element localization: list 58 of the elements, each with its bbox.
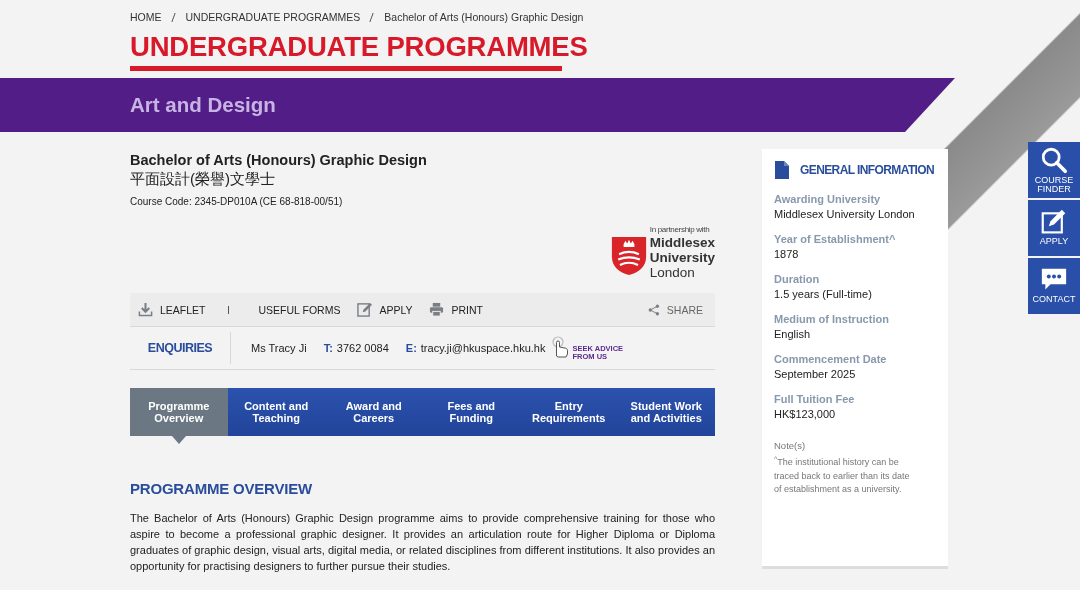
email-link[interactable]: tracy.ji@hkuspace.hku.hk	[420, 342, 546, 354]
partner-name: University	[649, 249, 715, 265]
category-title: Art and Design	[130, 93, 276, 117]
note-text: $^{^}$The institutional history can be traced back to earlier than its date of establishment as a university.	[774, 454, 911, 496]
breadcrumb-link[interactable]: Bachelor of Arts (Honours) Graphic Design	[384, 11, 584, 23]
course-code: Course Code: 2345-DP010A (CE 68-818-00/51)	[130, 196, 344, 207]
partner-tagline: In partnership with	[649, 224, 711, 234]
info-value: Middlesex University London	[774, 207, 916, 222]
overview-paragraph: The Bachelor of Arts (Honours) Graphic Design programme aims to provide comprehensive training for those who aspire to become a professional graphic designer. It provides an articulation route for Higher Diploma or Diploma graduates of graphic design, visual arts, digital media, or related disciplines from different institutions. It also provides an opportunity for practising designers to further pursue their studies.	[130, 511, 715, 574]
breadcrumb-link[interactable]: UNDERGRADUATE PROGRAMMES	[185, 11, 361, 23]
edit-icon	[1041, 209, 1067, 236]
side-button[interactable]: APPLY	[1028, 200, 1080, 256]
enquiries-label: ENQUIRIES	[130, 332, 231, 364]
info-label: Year of Establishment^	[774, 232, 897, 246]
document-icon	[774, 160, 790, 180]
info-label: Medium of Instruction	[774, 312, 890, 326]
share-icon	[647, 303, 660, 316]
tab[interactable]: Award and Careers	[325, 388, 423, 436]
email-label: E:	[405, 342, 417, 354]
side-button[interactable]: COURSE FINDER	[1028, 142, 1080, 198]
info-label: Full Tuition Fee	[774, 392, 856, 406]
printer-icon	[429, 302, 445, 317]
side-button[interactable]: CONTACT	[1028, 258, 1080, 314]
share-link[interactable]: SHARE	[647, 303, 703, 316]
info-value: 1.5 years (Full-time)	[774, 287, 873, 302]
shield-logo-icon	[610, 236, 647, 276]
hand-pointer-icon	[550, 335, 571, 358]
download-icon	[138, 302, 153, 317]
tab[interactable]: Content and Teaching	[227, 388, 325, 436]
edit-icon	[357, 302, 373, 317]
section-heading: PROGRAMME OVERVIEW	[130, 480, 313, 497]
tab[interactable]: Fees and Funding	[422, 388, 520, 436]
partner-name: London	[649, 264, 695, 280]
phone-label: T:	[323, 342, 333, 354]
phone-number: 3762 0084	[336, 342, 389, 354]
toolbar-link[interactable]: APPLY	[357, 302, 413, 317]
page-title: UNDERGRADUATE PROGRAMMES	[130, 32, 589, 62]
tab[interactable]: Entry Requirements	[520, 388, 618, 436]
breadcrumb-link[interactable]: HOME	[130, 11, 162, 23]
toolbar-link[interactable]: LEAFLET	[138, 302, 206, 317]
notes-title: Note(s)	[774, 439, 807, 452]
partner-name: Middlesex	[649, 234, 715, 250]
tab[interactable]: Student Work and Activities	[617, 388, 715, 436]
programme-title: Bachelor of Arts (Honours) Graphic Design	[130, 152, 428, 168]
info-value: HK$123,000	[774, 407, 837, 422]
info-value: September 2025	[774, 367, 857, 382]
tab-pointer	[171, 436, 186, 444]
contact-name: Ms Tracy Ji	[251, 342, 307, 354]
info-label: Duration	[774, 272, 821, 286]
toolbar-link[interactable]: USEFUL FORMS	[258, 303, 341, 316]
info-label: Awarding University	[774, 192, 882, 206]
info-label: Commencement Date	[774, 352, 888, 366]
info-value: English	[774, 327, 812, 342]
toolbar-link[interactable]: PRINT	[429, 302, 483, 317]
panel-title: GENERAL INFORMATION	[800, 163, 935, 177]
info-value: 1878	[774, 247, 800, 262]
search-icon	[1040, 145, 1068, 174]
programme-title-chinese: 平面設計(榮譽)文學士	[130, 170, 276, 189]
